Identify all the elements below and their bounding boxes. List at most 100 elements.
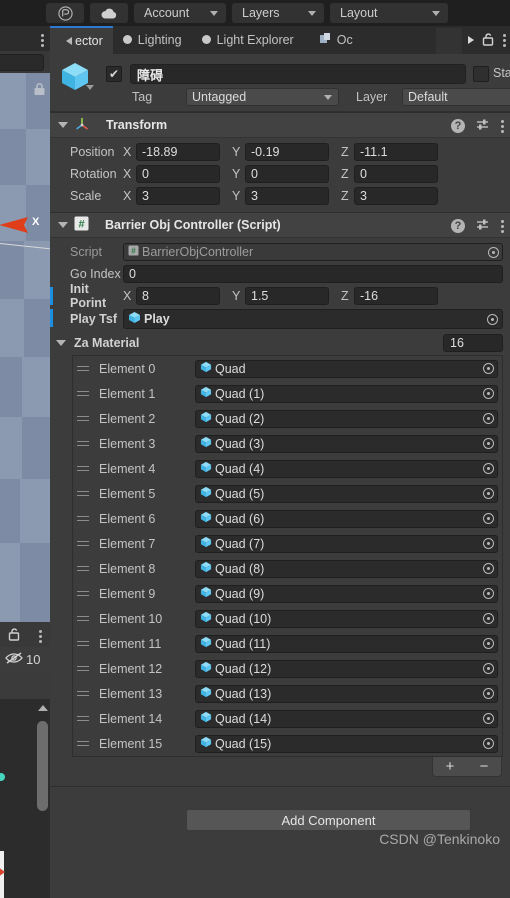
- element-object-field[interactable]: Quad (4): [195, 459, 498, 478]
- element-object-field[interactable]: Quad (2): [195, 409, 498, 428]
- axis-gizmo-x-arrow-icon[interactable]: [0, 214, 32, 236]
- list-item[interactable]: Element 12 Quad (12): [73, 656, 502, 681]
- scrollbar-thumb[interactable]: [37, 721, 48, 811]
- tab-lighting[interactable]: Lighting: [113, 26, 192, 54]
- list-item[interactable]: Element 15 Quad (15): [73, 731, 502, 756]
- element-object-picker-icon[interactable]: [479, 511, 497, 527]
- list-item[interactable]: Element 7 Quad (7): [73, 531, 502, 556]
- drag-handle-icon[interactable]: [77, 463, 91, 474]
- help-icon[interactable]: ?: [451, 119, 465, 133]
- element-object-picker-icon[interactable]: [479, 686, 497, 702]
- tab-scroll-right-icon[interactable]: [468, 36, 474, 44]
- play-tsf-object-picker-icon[interactable]: [482, 310, 502, 328]
- element-object-field[interactable]: Quad: [195, 359, 498, 378]
- drag-handle-icon[interactable]: [77, 413, 91, 424]
- scroll-up-arrow-icon[interactable]: [38, 705, 48, 711]
- inspector-lock-icon[interactable]: [482, 32, 495, 49]
- list-item[interactable]: Element 3 Quad (3): [73, 431, 502, 456]
- list-item[interactable]: Element 10 Quad (10): [73, 606, 502, 631]
- rotation-z-field[interactable]: 0: [354, 165, 438, 183]
- position-z-field[interactable]: -11.1: [354, 143, 438, 161]
- unlock-icon[interactable]: [8, 627, 21, 644]
- element-object-field[interactable]: Quad (10): [195, 609, 498, 628]
- script-component-header[interactable]: # Barrier Obj Controller (Script) ?: [50, 212, 510, 238]
- unity-collab-icon[interactable]: [46, 3, 84, 23]
- script-kebab-icon[interactable]: [501, 218, 504, 235]
- array-add-button[interactable]: +: [446, 759, 455, 774]
- element-object-picker-icon[interactable]: [479, 661, 497, 677]
- scene-options-kebab-icon[interactable]: [41, 32, 44, 49]
- list-item[interactable]: Element 8 Quad (8): [73, 556, 502, 581]
- drag-handle-icon[interactable]: [77, 513, 91, 524]
- element-object-picker-icon[interactable]: [479, 461, 497, 477]
- init-point-x-field[interactable]: 8: [136, 287, 220, 305]
- transform-foldout-icon[interactable]: [58, 122, 68, 128]
- array-remove-button[interactable]: −: [480, 759, 489, 774]
- scale-y-field[interactable]: 3: [245, 187, 329, 205]
- element-object-field[interactable]: Quad (8): [195, 559, 498, 578]
- element-object-picker-icon[interactable]: [479, 586, 497, 602]
- element-object-field[interactable]: Quad (5): [195, 484, 498, 503]
- game-object-name-field[interactable]: 障碍: [130, 64, 466, 84]
- element-object-field[interactable]: Quad (1): [195, 384, 498, 403]
- element-object-field[interactable]: Quad (6): [195, 509, 498, 528]
- scale-z-field[interactable]: 3: [354, 187, 438, 205]
- list-item[interactable]: Element 2 Quad (2): [73, 406, 502, 431]
- transform-kebab-icon[interactable]: [501, 118, 504, 135]
- layer-dropdown[interactable]: Default: [402, 88, 510, 106]
- script-object-picker-icon[interactable]: [484, 244, 502, 260]
- layers-dropdown[interactable]: Layers: [232, 3, 324, 23]
- element-object-picker-icon[interactable]: [479, 711, 497, 727]
- transform-component-header[interactable]: Transform ?: [50, 112, 510, 138]
- scene-viewport[interactable]: X: [0, 73, 50, 622]
- game-object-enabled-checkbox[interactable]: ✔: [106, 66, 122, 82]
- element-object-field[interactable]: Quad (14): [195, 709, 498, 728]
- drag-handle-icon[interactable]: [77, 388, 91, 399]
- drag-handle-icon[interactable]: [77, 613, 91, 624]
- element-object-picker-icon[interactable]: [479, 636, 497, 652]
- preset-icon[interactable]: [476, 218, 490, 235]
- za-material-array-header[interactable]: Za Material 16: [50, 331, 510, 355]
- drag-handle-icon[interactable]: [77, 588, 91, 599]
- list-item[interactable]: Element 0 Quad: [73, 356, 502, 381]
- element-object-picker-icon[interactable]: [479, 561, 497, 577]
- drag-handle-icon[interactable]: [77, 438, 91, 449]
- list-item[interactable]: Element 14 Quad (14): [73, 706, 502, 731]
- position-y-field[interactable]: -0.19: [245, 143, 329, 161]
- element-object-field[interactable]: Quad (3): [195, 434, 498, 453]
- element-object-field[interactable]: Quad (12): [195, 659, 498, 678]
- list-item[interactable]: Element 13 Quad (13): [73, 681, 502, 706]
- list-item[interactable]: Element 6 Quad (6): [73, 506, 502, 531]
- element-object-picker-icon[interactable]: [479, 411, 497, 427]
- drag-handle-icon[interactable]: [77, 688, 91, 699]
- element-object-field[interactable]: Quad (9): [195, 584, 498, 603]
- inspector-kebab-icon[interactable]: [503, 32, 506, 49]
- position-x-field[interactable]: -18.89: [136, 143, 220, 161]
- element-object-picker-icon[interactable]: [479, 436, 497, 452]
- drag-handle-icon[interactable]: [77, 638, 91, 649]
- za-material-size-field[interactable]: 16: [443, 334, 503, 352]
- element-object-picker-icon[interactable]: [479, 736, 497, 752]
- tab-scroll-left-icon[interactable]: [66, 37, 72, 45]
- list-item[interactable]: Element 9 Quad (9): [73, 581, 502, 606]
- scene-footer-kebab-icon[interactable]: [39, 628, 42, 645]
- drag-handle-icon[interactable]: [77, 713, 91, 724]
- rotation-y-field[interactable]: 0: [245, 165, 329, 183]
- list-item[interactable]: Element 1 Quad (1): [73, 381, 502, 406]
- tag-dropdown[interactable]: Untagged: [186, 88, 339, 106]
- play-tsf-object-field[interactable]: Play: [123, 309, 503, 329]
- eye-off-icon[interactable]: [4, 651, 24, 668]
- static-checkbox[interactable]: [473, 66, 489, 82]
- element-object-field[interactable]: Quad (15): [195, 734, 498, 753]
- element-object-field[interactable]: Quad (11): [195, 634, 498, 653]
- hierarchy-scrollbar[interactable]: [36, 703, 49, 898]
- drag-handle-icon[interactable]: [77, 538, 91, 549]
- layout-dropdown[interactable]: Layout: [330, 3, 448, 23]
- init-point-y-field[interactable]: 1.5: [245, 287, 329, 305]
- prefab-caret-icon[interactable]: [86, 85, 94, 90]
- element-object-picker-icon[interactable]: [479, 536, 497, 552]
- account-dropdown[interactable]: Account: [134, 3, 226, 23]
- tab-light-explorer[interactable]: Light Explorer: [192, 26, 304, 54]
- scene-toolbar-pill[interactable]: [0, 54, 44, 71]
- rotation-x-field[interactable]: 0: [136, 165, 220, 183]
